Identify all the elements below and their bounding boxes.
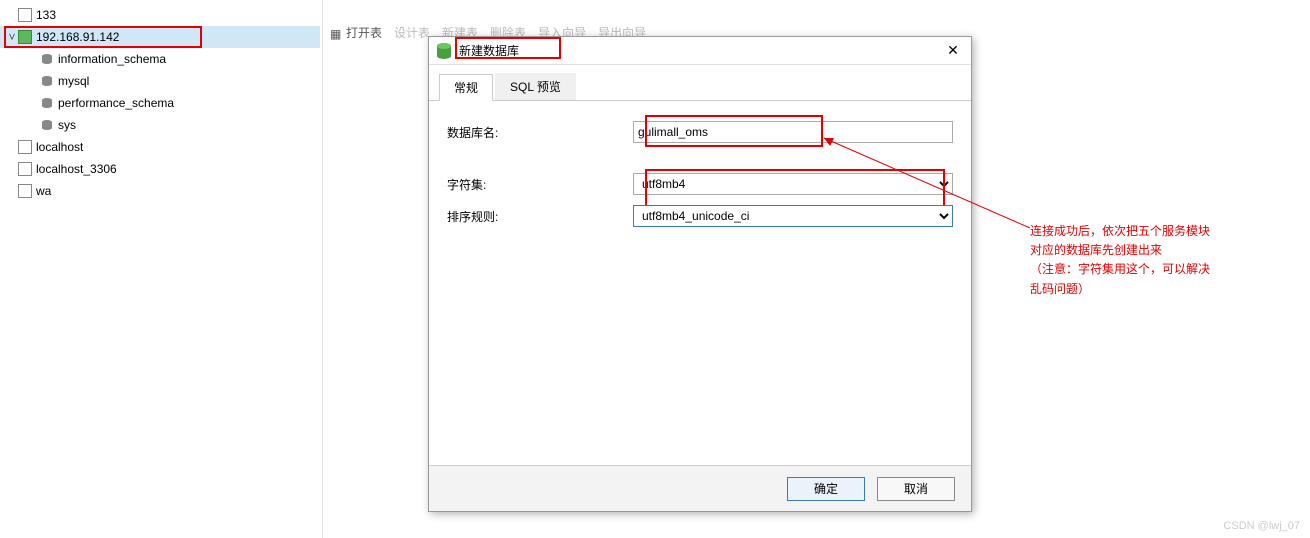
tree-item-db[interactable]: mysql (0, 70, 320, 92)
design-table-button: 设计表 (394, 24, 430, 41)
annotation-text: 连接成功后，依次把五个服务模块 对应的数据库先创建出来 （注意：字符集用这个，可… (1030, 222, 1290, 299)
new-database-dialog: 新建数据库 ✕ 常规 SQL 预览 数据库名: 字符集: utf8mb4 排序规… (428, 36, 972, 512)
tree-label: sys (58, 118, 76, 132)
tree-item-db[interactable]: sys (0, 114, 320, 136)
select-charset[interactable]: utf8mb4 (633, 173, 953, 195)
tree-label: localhost (36, 140, 83, 154)
tree-label: localhost_3306 (36, 162, 117, 176)
database-green-icon (435, 42, 453, 60)
label-charset: 字符集: (447, 176, 633, 193)
connection-icon (18, 162, 32, 176)
row-charset: 字符集: utf8mb4 (447, 173, 953, 195)
tree-label: mysql (58, 74, 89, 88)
database-icon (40, 96, 54, 110)
dialog-titlebar: 新建数据库 ✕ (429, 37, 971, 65)
label-db-name: 数据库名: (447, 124, 633, 141)
connection-icon (18, 184, 32, 198)
annotation-line: 连接成功后，依次把五个服务模块 (1030, 222, 1290, 241)
row-collation: 排序规则: utf8mb4_unicode_ci (447, 205, 953, 227)
tab-sql-preview[interactable]: SQL 预览 (495, 73, 576, 100)
dialog-buttons: 确定 取消 (429, 465, 971, 511)
select-collation[interactable]: utf8mb4_unicode_ci (633, 205, 953, 227)
tree-item-wa[interactable]: wa (0, 180, 320, 202)
tree-item-active-connection[interactable]: ˅ 192.168.91.142 (0, 26, 320, 48)
tree-label: 192.168.91.142 (36, 30, 119, 44)
close-button[interactable]: ✕ (941, 42, 965, 59)
connection-icon (18, 140, 32, 154)
tree-label: information_schema (58, 52, 166, 66)
input-db-name[interactable] (633, 121, 953, 143)
annotation-line: 乱码问题） (1030, 280, 1290, 299)
database-icon (40, 74, 54, 88)
tree-label: 133 (36, 8, 56, 22)
label-collation: 排序规则: (447, 208, 633, 225)
tree-item-db[interactable]: performance_schema (0, 92, 320, 114)
annotation-line: 对应的数据库先创建出来 (1030, 241, 1290, 260)
watermark: CSDN @lwj_07 (1223, 520, 1300, 532)
dialog-tabs: 常规 SQL 预览 (429, 65, 971, 101)
ok-button[interactable]: 确定 (787, 477, 865, 501)
dialog-title: 新建数据库 (459, 42, 941, 59)
connections-tree: 133 ˅ 192.168.91.142 information_schema … (0, 0, 320, 202)
database-icon (40, 52, 54, 66)
tree-item-localhost-3306[interactable]: localhost_3306 (0, 158, 320, 180)
chevron-down-icon: ˅ (6, 30, 18, 44)
tree-label: wa (36, 184, 51, 198)
connection-icon (18, 8, 32, 22)
tree-label: performance_schema (58, 96, 174, 110)
tree-item-db[interactable]: information_schema (0, 48, 320, 70)
connection-active-icon (18, 30, 32, 44)
annotation-line: （注意：字符集用这个，可以解决 (1030, 260, 1290, 279)
row-db-name: 数据库名: (447, 121, 953, 143)
panel-divider (322, 0, 323, 538)
tab-general[interactable]: 常规 (439, 74, 493, 101)
tree-item-133[interactable]: 133 (0, 4, 320, 26)
cancel-button[interactable]: 取消 (877, 477, 955, 501)
table-icon: ▦ (330, 27, 344, 41)
database-icon (40, 118, 54, 132)
open-table-button[interactable]: ▦打开表 (330, 24, 382, 41)
tree-item-localhost[interactable]: localhost (0, 136, 320, 158)
dialog-form: 数据库名: 字符集: utf8mb4 排序规则: utf8mb4_unicode… (429, 101, 971, 257)
